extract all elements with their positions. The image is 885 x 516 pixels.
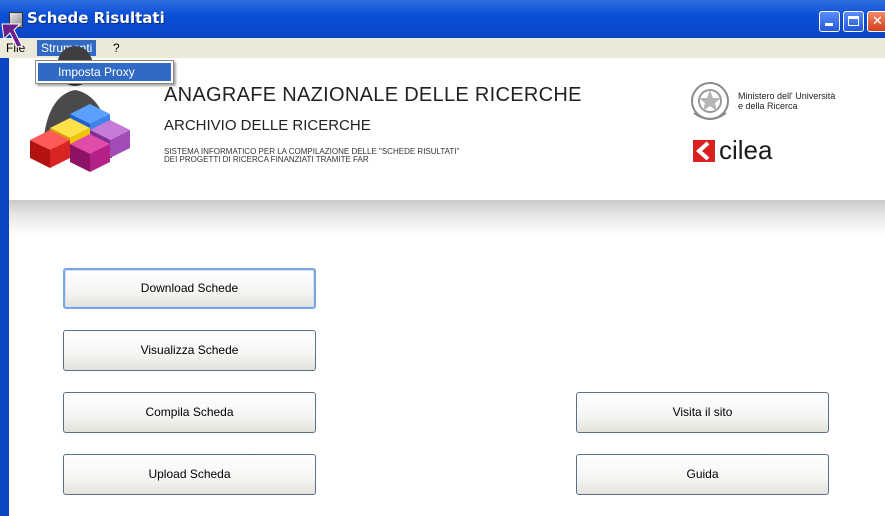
header-divider (9, 200, 885, 236)
visualizza-schede-button[interactable]: Visualizza Schede (63, 330, 316, 371)
minimize-button[interactable] (819, 11, 840, 32)
compila-scheda-button[interactable]: Compila Scheda (63, 392, 316, 433)
window-frame (0, 58, 9, 516)
italian-emblem-icon (691, 82, 729, 120)
cilea-logo-icon (693, 140, 715, 162)
download-schede-button[interactable]: Download Schede (63, 268, 316, 309)
menu-item-imposta-proxy[interactable]: Imposta Proxy (38, 63, 171, 81)
ministry-name-line1: Ministero dell' Università (738, 91, 836, 101)
header-title: ANAGRAFE NAZIONALE DELLE RICERCHE (164, 84, 582, 106)
ministry-name-line2: e della Ricerca (738, 101, 798, 111)
header-description-line2: DEI PROGETTI DI RICERCA FINANZIATI TRAMI… (164, 155, 369, 164)
app-window: Schede Risultati ✕ File Strumenti ? ANAG… (0, 0, 885, 516)
close-icon: ✕ (872, 14, 883, 29)
close-button[interactable]: ✕ (867, 11, 885, 32)
strumenti-dropdown: Imposta Proxy (35, 60, 174, 84)
cilea-logo-text: cilea (719, 135, 773, 165)
guida-button[interactable]: Guida (576, 454, 829, 495)
cubes-logo-icon (30, 46, 130, 172)
upload-scheda-button[interactable]: Upload Scheda (63, 454, 316, 495)
header-subtitle: ARCHIVIO DELLE RICERCHE (164, 117, 371, 134)
maximize-button[interactable] (843, 11, 864, 32)
visita-sito-button[interactable]: Visita il sito (576, 392, 829, 433)
